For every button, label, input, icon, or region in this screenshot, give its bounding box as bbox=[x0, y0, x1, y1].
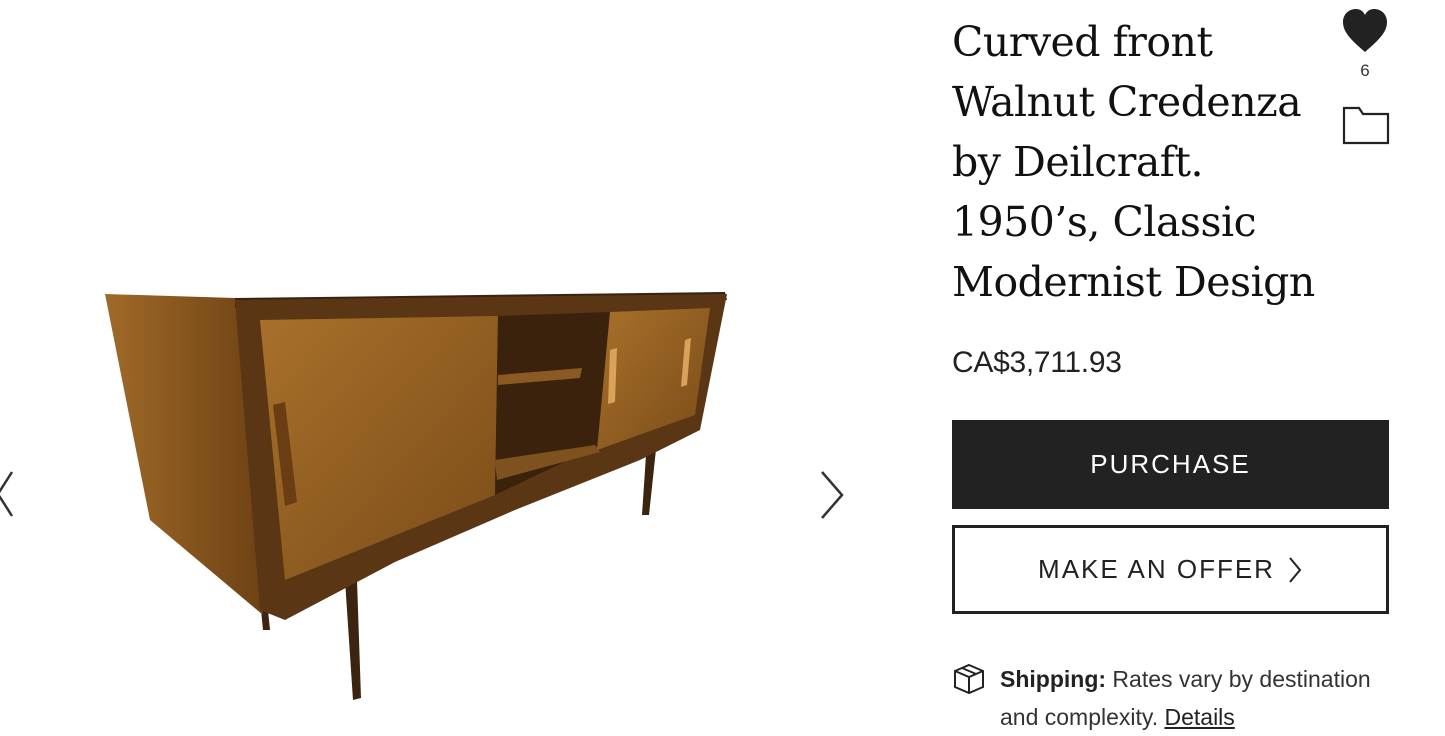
favorite-count: 6 bbox=[1360, 61, 1370, 80]
product-title: Curved front Walnut Credenza by Deilcraf… bbox=[952, 18, 1315, 306]
box-icon bbox=[954, 663, 984, 695]
chevron-right-icon bbox=[821, 471, 844, 519]
product-image[interactable] bbox=[95, 280, 745, 710]
next-image-arrow[interactable] bbox=[818, 470, 846, 525]
product-details: Curved front Walnut Credenza by Deilcraf… bbox=[952, 0, 1392, 733]
favorite-button[interactable]: 6 bbox=[1340, 8, 1390, 81]
make-an-offer-button[interactable]: MAKE AN OFFER bbox=[952, 525, 1389, 614]
chevron-left-icon bbox=[0, 471, 14, 517]
image-gallery bbox=[0, 0, 900, 733]
add-to-collection-button[interactable] bbox=[1342, 104, 1390, 151]
credenza-illustration bbox=[105, 292, 727, 700]
prev-image-arrow[interactable] bbox=[0, 470, 16, 523]
make-an-offer-label: MAKE AN OFFER bbox=[1038, 554, 1275, 584]
folder-icon bbox=[1342, 106, 1390, 145]
product-price: CA$3,711.93 bbox=[952, 346, 1122, 379]
shipping-label: Shipping: bbox=[1000, 666, 1107, 692]
shipping-text: Shipping: Rates vary by destination and … bbox=[1000, 660, 1390, 736]
purchase-button[interactable]: PURCHASE bbox=[952, 420, 1389, 509]
shipping-details-link[interactable]: Details bbox=[1164, 704, 1234, 730]
heart-icon bbox=[1343, 9, 1387, 52]
chevron-right-icon bbox=[1289, 556, 1302, 583]
purchase-button-label: PURCHASE bbox=[1090, 449, 1251, 479]
